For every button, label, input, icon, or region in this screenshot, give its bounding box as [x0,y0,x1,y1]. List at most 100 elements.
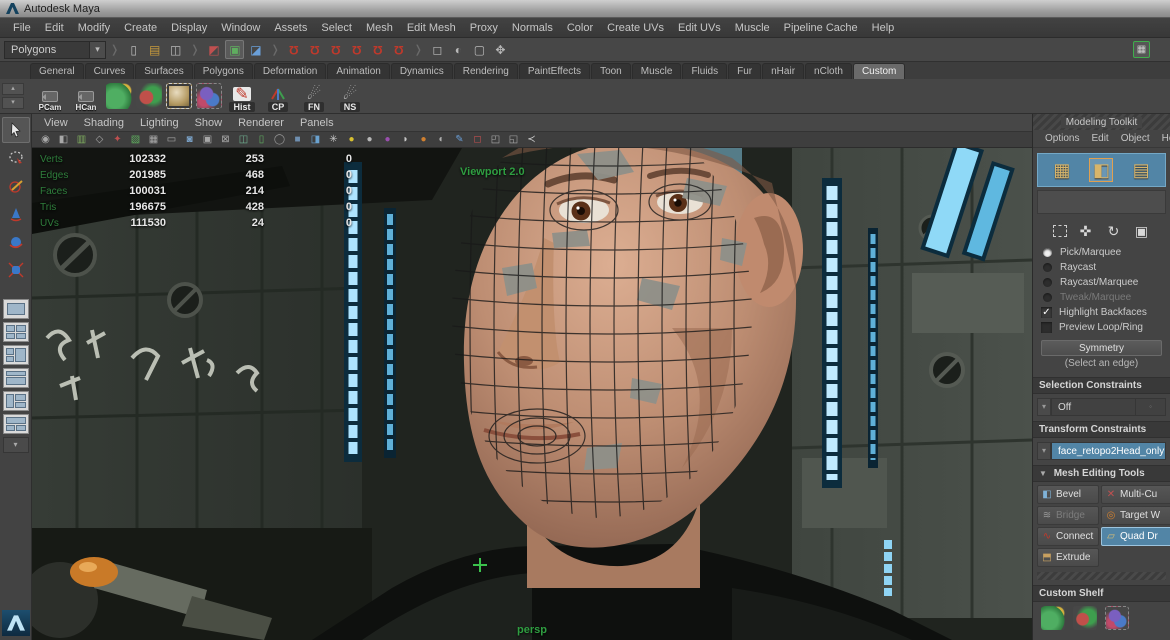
safe-title-icon[interactable]: ▯ [254,133,269,147]
extrude-tool-button[interactable]: ⬒ Extrude [1037,548,1099,567]
gate-mask-icon[interactable]: ▣ [200,133,215,147]
ambient-light-icon[interactable]: ● [344,133,359,147]
group-separator[interactable]: ❭ [190,43,199,56]
shelf-scroll-up-icon[interactable]: ▴ [2,83,24,95]
render-current-button[interactable]: ◐ [449,40,468,59]
film-gate-icon[interactable]: ▭ [164,133,179,147]
shelf-scroll-arrows[interactable]: ▴ ▾ [2,83,24,109]
vp-menu-shading[interactable]: Shading [76,117,132,129]
image-plane-icon[interactable]: ◇ [92,133,107,147]
shelf-tool-plant-icon[interactable] [136,83,162,109]
menu-pipeline-cache[interactable]: Pipeline Cache [777,22,865,34]
xray-joints-icon[interactable]: ◱ [506,133,521,147]
textured-icon[interactable]: ◨ [308,133,323,147]
vp-menu-lighting[interactable]: Lighting [132,117,187,129]
layout-persp-uv-button[interactable] [3,414,29,434]
show-ui-elements-button[interactable]: ▦ [1133,41,1150,58]
select-tool-button[interactable] [2,117,30,143]
paint-select-tool-button[interactable] [2,173,30,199]
menu-assets[interactable]: Assets [267,22,314,34]
modeling-toolkit-titlebar[interactable]: Modeling Toolkit [1033,114,1170,130]
vertex-mode-icon[interactable]: ▦ [1050,158,1074,182]
xray-icon[interactable]: ◰ [488,133,503,147]
custom-shelf-glove-icon[interactable] [1041,606,1065,630]
quad-draw-tool-button[interactable]: ▱ Quad Dr [1101,527,1170,546]
shelf-tab-fur[interactable]: Fur [728,63,761,79]
field-chart-icon[interactable]: ⊠ [218,133,233,147]
menu-create-uvs[interactable]: Create UVs [600,22,671,34]
snap-curve-button[interactable]: Ω [306,40,325,59]
shelf-button-fn[interactable]: ☄ FN [297,80,331,112]
use-all-lights-icon[interactable]: ✳ [326,133,341,147]
render-settings-button[interactable]: ✥ [491,40,510,59]
menu-display[interactable]: Display [164,22,214,34]
group-separator[interactable]: ❭ [414,43,423,56]
menu-modify[interactable]: Modify [71,22,117,34]
group-separator[interactable]: ❭ [270,43,279,56]
transform-constraints-header[interactable]: Transform Constraints [1033,421,1170,438]
render-view-button[interactable]: ◻ [428,40,447,59]
shelf-tab-general[interactable]: General [30,63,84,79]
chevron-down-icon[interactable]: ▾ [1037,442,1051,460]
menu-create[interactable]: Create [117,22,164,34]
ipr-render-button[interactable]: ▢ [470,40,489,59]
symmetry-button[interactable]: Symmetry [1041,340,1162,356]
menu-edit-mesh[interactable]: Edit Mesh [400,22,463,34]
menu-edit[interactable]: Edit [38,22,71,34]
shelf-tab-animation[interactable]: Animation [327,63,389,79]
shelf-tool-glove-icon[interactable] [106,83,132,109]
menu-edit-uvs[interactable]: Edit UVs [671,22,728,34]
bookmark-icon[interactable]: ▥ [74,133,89,147]
bridge-tool-button[interactable]: ≋ Bridge [1037,506,1099,525]
custom-shelf-paint-icon[interactable] [1105,606,1129,630]
shelf-tab-custom[interactable]: Custom [853,63,905,79]
layout-persp-outliner-button[interactable] [3,345,29,365]
occlusion-icon[interactable]: ● [380,133,395,147]
lasso-tool-button[interactable] [2,145,30,171]
custom-shelf-plant-icon[interactable] [1073,606,1097,630]
select-object-button[interactable]: ▣ [225,40,244,59]
shelf-tab-muscle[interactable]: Muscle [632,63,682,79]
mesh-editing-tools-header[interactable]: ▼ Mesh Editing Tools [1033,465,1170,482]
shelf-tab-polygons[interactable]: Polygons [194,63,253,79]
radio-raycast-marquee[interactable]: Raycast/Marquee [1033,275,1170,290]
motion-blur-icon[interactable]: ◗ [398,133,413,147]
multi-component-row[interactable] [1037,190,1166,214]
rotate-icon[interactable]: ↻ [1105,222,1123,240]
camera-select-icon[interactable]: ◉ [38,133,53,147]
shelf-tab-toon[interactable]: Toon [591,63,631,79]
radio-pick-marquee[interactable]: Pick/Marquee [1033,245,1170,260]
resolution-gate-icon[interactable]: ◙ [182,133,197,147]
select-component-button[interactable]: ◪ [246,40,265,59]
shelf-scroll-down-icon[interactable]: ▾ [2,97,24,109]
wireframe-icon[interactable]: ◯ [272,133,287,147]
new-scene-button[interactable]: ▯ [124,40,143,59]
snap-view-button[interactable]: Ω [369,40,388,59]
grid-icon[interactable]: ▦ [146,133,161,147]
layout-single-persp-button[interactable] [3,299,29,319]
shelf-tab-deformation[interactable]: Deformation [254,63,326,79]
target-weld-tool-button[interactable]: ◎ Target W [1101,506,1170,525]
safe-action-icon[interactable]: ◫ [236,133,251,147]
layout-persp-graph-button[interactable] [3,368,29,388]
transform-constraint-field[interactable]: face_retopo2Head_only1:Me [1051,442,1166,460]
chevron-down-icon[interactable]: ▾ [1037,398,1051,416]
greasepencil-icon[interactable]: ▧ [128,133,143,147]
menu-color[interactable]: Color [560,22,600,34]
layout-four-view-button[interactable] [3,322,29,342]
shelf-button-hist[interactable]: ✎ Hist [225,80,259,112]
menu-window[interactable]: Window [214,22,267,34]
shelf-tool-sphere-icon[interactable] [166,83,192,109]
save-scene-button[interactable]: ◫ [166,40,185,59]
shelf-tab-nhair[interactable]: nHair [762,63,804,79]
layout-hypershade-persp-button[interactable] [3,391,29,411]
shelf-tab-rendering[interactable]: Rendering [454,63,518,79]
snap-projected-button[interactable]: Ω [348,40,367,59]
shelf-tab-ncloth[interactable]: nCloth [805,63,852,79]
open-scene-button[interactable]: ▤ [145,40,164,59]
make-live-button[interactable]: Ω [390,40,409,59]
shelf-tab-painteffects[interactable]: PaintEffects [519,63,590,79]
camera-lock-icon[interactable]: ◧ [56,133,71,147]
viewport-scene[interactable]: Verts 102332 253 0 Edges 201985 468 0 Fa… [32,148,1032,640]
isolate-select-icon[interactable]: ◻ [470,133,485,147]
